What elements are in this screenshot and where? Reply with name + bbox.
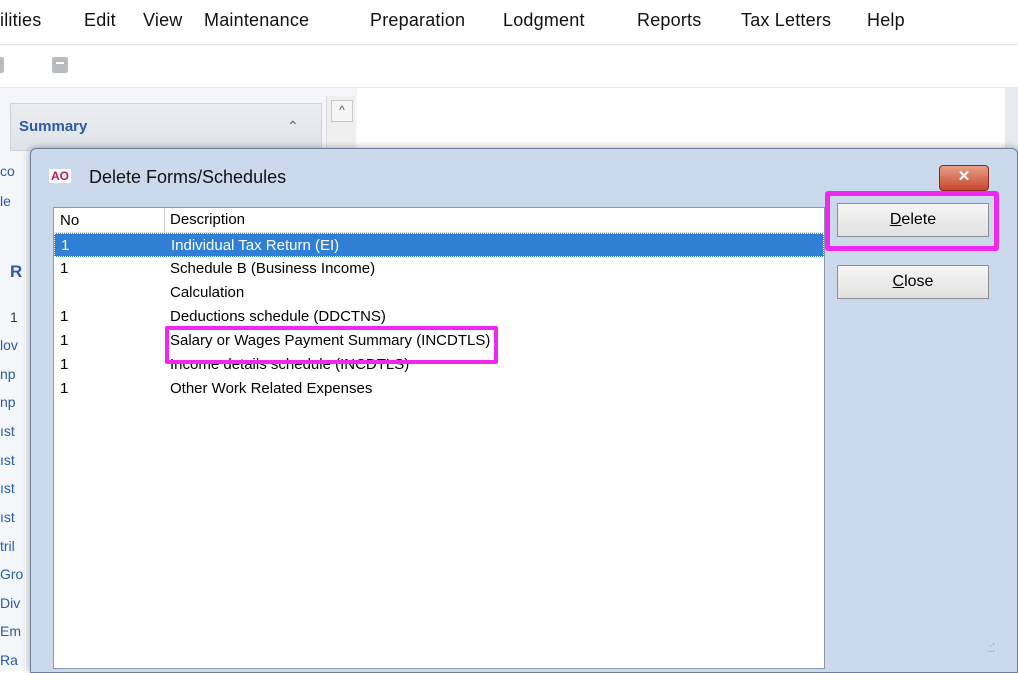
menu-reports[interactable]: Reports <box>637 10 701 31</box>
list-item[interactable]: Calculation <box>54 281 824 305</box>
row-no: 1 <box>60 332 69 349</box>
list-item[interactable]: 1 Schedule B (Business Income) <box>54 257 824 281</box>
menu-view[interactable]: View <box>143 10 183 31</box>
summary-panel-header[interactable]: Summary ⌃ <box>10 103 322 151</box>
close-window-button[interactable]: ✕ <box>939 165 989 191</box>
bg-fragment: ıst <box>0 480 15 496</box>
dialog-title: Delete Forms/Schedules <box>89 167 287 187</box>
bg-fragment: Ra <box>0 652 18 668</box>
list-item[interactable]: 1 Individual Tax Return (EI) <box>54 233 824 257</box>
bg-fragment: le <box>0 193 11 209</box>
menu-preparation[interactable]: Preparation <box>370 10 465 31</box>
menu-tax-letters[interactable]: Tax Letters <box>741 10 831 31</box>
bg-section-header: R <box>10 262 23 281</box>
column-header-description[interactable]: Description <box>164 208 245 232</box>
bg-fragment: Gro <box>0 566 24 582</box>
row-description: Schedule B (Business Income) <box>170 260 376 277</box>
bg-fragment: co <box>0 163 15 179</box>
resize-grip-icon[interactable]: .:⁚ <box>987 641 996 655</box>
toolbar <box>0 45 1018 88</box>
close-label: lose <box>904 273 934 290</box>
bg-fragment: tril <box>0 538 15 554</box>
menu-edit[interactable]: Edit <box>84 10 116 31</box>
close-button[interactable]: Close <box>837 265 989 299</box>
row-no: 1 <box>60 308 69 325</box>
forms-list[interactable]: No Description 1 Individual Tax Return (… <box>53 207 825 669</box>
bg-fragment: Em <box>0 623 21 639</box>
menu-help[interactable]: Help <box>867 10 905 31</box>
row-no: 1 <box>61 237 70 254</box>
list-header: No Description <box>54 208 824 233</box>
bg-fragment: 1 <box>10 309 18 325</box>
menu-maintenance[interactable]: Maintenance <box>204 10 309 31</box>
summary-title: Summary <box>19 118 88 135</box>
toolbar-form-icon[interactable] <box>52 57 68 73</box>
schedule-b-highlight <box>165 326 498 364</box>
scroll-up-icon[interactable]: ^ <box>331 100 353 122</box>
close-icon: ✕ <box>957 168 971 185</box>
row-description: Calculation <box>170 284 245 301</box>
delete-forms-dialog: AO Delete Forms/Schedules ✕ No Descripti… <box>30 148 1018 673</box>
row-no: 1 <box>60 380 69 397</box>
bg-fragment: ıst <box>0 452 15 468</box>
collapse-chevrons-icon[interactable]: ⌃ <box>287 118 299 135</box>
bg-fragment: Div <box>0 595 21 611</box>
delete-button[interactable]: Delete <box>837 203 989 237</box>
column-header-no[interactable]: No <box>60 212 79 229</box>
close-mnemonic: C <box>892 273 905 290</box>
delete-mnemonic: D <box>889 211 902 228</box>
list-item[interactable]: 1 Other Work Related Expenses <box>54 377 824 401</box>
bg-fragment: lov <box>0 337 18 353</box>
toolbar-document-icon[interactable] <box>0 57 4 73</box>
app-logo-icon: AO <box>49 169 71 183</box>
dialog-title-bar[interactable]: AO Delete Forms/Schedules ✕ <box>31 149 1017 191</box>
row-no: 1 <box>60 260 69 277</box>
menu-utilities[interactable]: ilities <box>0 10 41 31</box>
bg-fragment: ıst <box>0 509 15 525</box>
bg-fragment: ıst <box>0 423 15 439</box>
delete-label: elete <box>901 211 937 228</box>
row-description: Other Work Related Expenses <box>170 380 373 397</box>
row-no: 1 <box>60 356 69 373</box>
row-description: Individual Tax Return (EI) <box>171 237 340 254</box>
menu-bar: ilities Edit View Maintenance Preparatio… <box>0 0 1018 45</box>
bg-fragment: np <box>0 394 16 410</box>
bg-fragment: np <box>0 366 16 382</box>
menu-lodgment[interactable]: Lodgment <box>503 10 585 31</box>
